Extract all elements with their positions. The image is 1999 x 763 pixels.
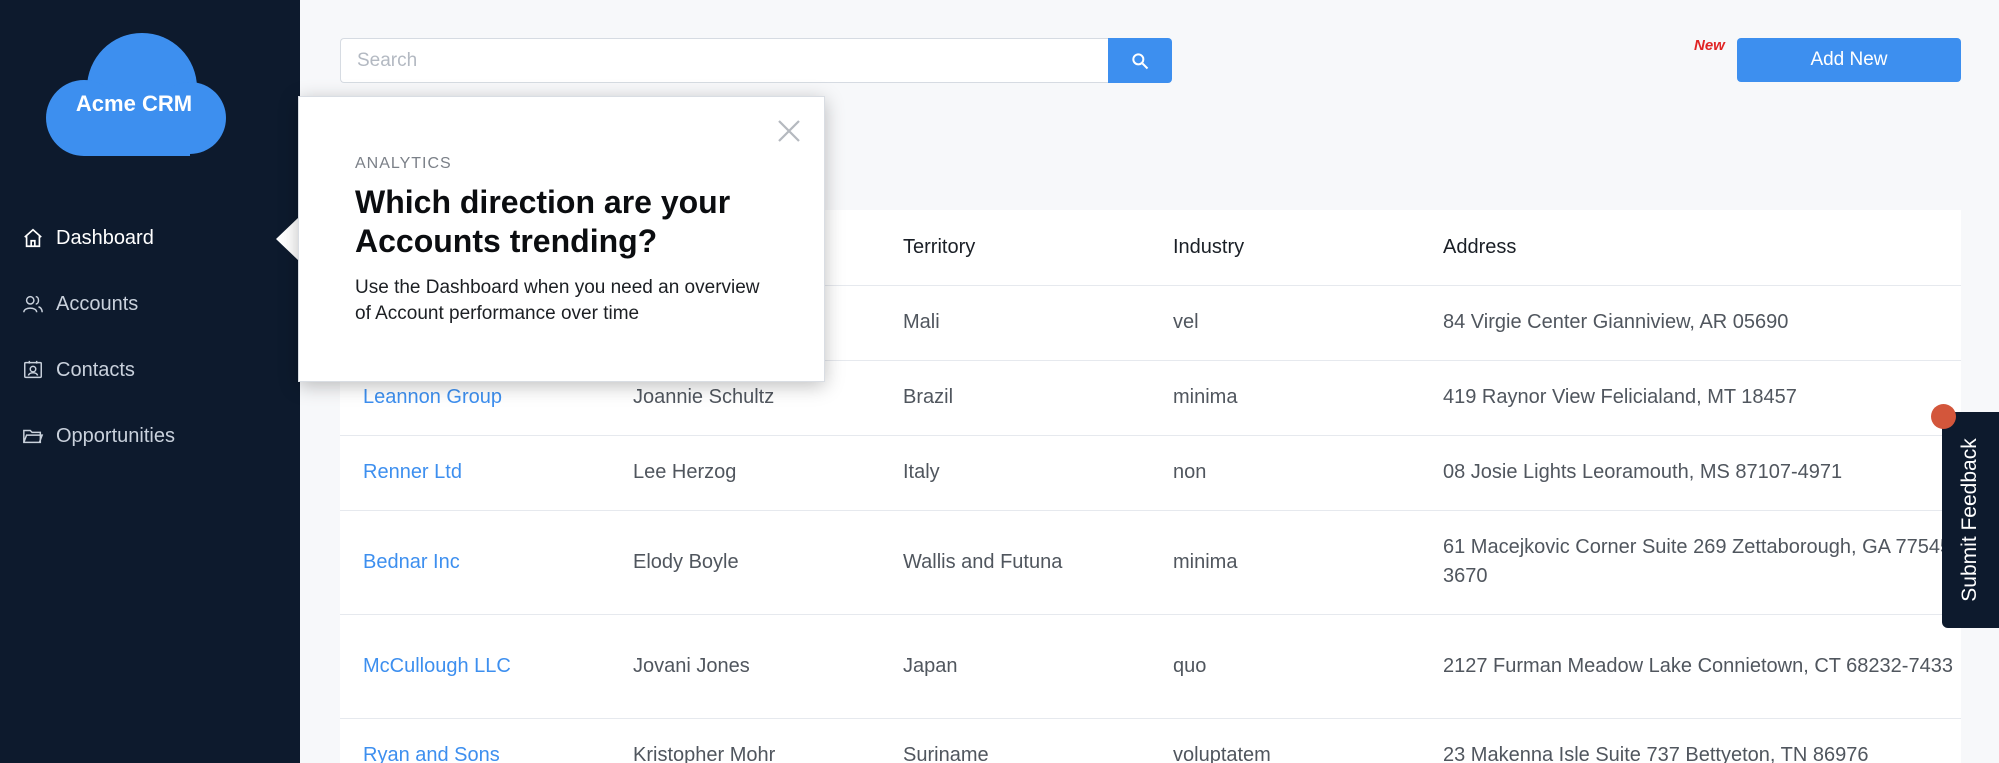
- industry-cell: minima: [1150, 360, 1420, 436]
- search-button[interactable]: [1108, 38, 1172, 83]
- add-new-button[interactable]: Add New: [1737, 38, 1961, 82]
- account-name-link[interactable]: Ryan and Sons: [340, 718, 610, 763]
- industry-cell: vel: [1150, 285, 1420, 361]
- popover-kicker: ANALYTICS: [355, 155, 452, 172]
- app-logo[interactable]: Acme CRM: [42, 33, 242, 157]
- users-icon: [22, 293, 44, 315]
- search-input[interactable]: [340, 38, 1108, 83]
- territory-cell: Suriname: [880, 718, 1150, 763]
- app-name: Acme CRM: [75, 91, 193, 116]
- popover-arrow: [276, 217, 299, 261]
- territory-cell: Japan: [880, 614, 1150, 719]
- home-icon: [22, 227, 44, 249]
- sidebar-item-label: Opportunities: [56, 424, 175, 447]
- contact-cell: Jovani Jones: [610, 614, 880, 719]
- close-icon[interactable]: [775, 117, 803, 145]
- popover-body: Use the Dashboard when you need an overv…: [355, 277, 760, 324]
- search-bar: [340, 38, 1172, 83]
- table-row[interactable]: McCullough LLC Jovani Jones Japan quo 21…: [340, 614, 1961, 719]
- table-row[interactable]: Ryan and Sons Kristopher Mohr Suriname v…: [340, 718, 1961, 763]
- account-name-link[interactable]: Bednar Inc: [340, 510, 610, 615]
- contact-cell: Elody Boyle: [610, 510, 880, 615]
- sidebar-item-opportunities[interactable]: Opportunities: [0, 403, 300, 469]
- sidebar: Acme CRM Dashboard Accounts Contacts Opp…: [0, 0, 300, 763]
- popover-title: Which direction are your Accounts trendi…: [355, 184, 731, 259]
- territory-cell: Wallis and Futuna: [880, 510, 1150, 615]
- industry-cell: minima: [1150, 510, 1420, 615]
- sidebar-item-label: Dashboard: [56, 226, 154, 249]
- address-cell: 2127 Furman Meadow Lake Connietown, CT 6…: [1420, 614, 1961, 719]
- notification-dot: [1931, 404, 1956, 429]
- account-name-link[interactable]: McCullough LLC: [340, 614, 610, 719]
- new-badge: New: [1694, 37, 1725, 54]
- sidebar-item-contacts[interactable]: Contacts: [0, 337, 300, 403]
- contact-cell: Kristopher Mohr: [610, 718, 880, 763]
- search-icon: [1132, 52, 1149, 69]
- account-name-link[interactable]: Renner Ltd: [340, 435, 610, 511]
- contact-card-icon: [22, 359, 44, 381]
- feedback-label: Submit Feedback: [1958, 438, 1981, 602]
- industry-cell: quo: [1150, 614, 1420, 719]
- address-cell: 419 Raynor View Felicialand, MT 18457: [1420, 360, 1961, 436]
- address-cell: 61 Macejkovic Corner Suite 269 Zettaboro…: [1420, 510, 1961, 615]
- column-header-address[interactable]: Address: [1420, 210, 1961, 286]
- address-cell: 23 Makenna Isle Suite 737 Bettyeton, TN …: [1420, 718, 1961, 763]
- address-cell: 84 Virgie Center Gianniview, AR 05690: [1420, 285, 1961, 361]
- territory-cell: Italy: [880, 435, 1150, 511]
- industry-cell: voluptatem: [1150, 718, 1420, 763]
- submit-feedback-tab[interactable]: Submit Feedback: [1942, 412, 1999, 628]
- table-row[interactable]: Renner Ltd Lee Herzog Italy non 08 Josie…: [340, 435, 1961, 511]
- sidebar-item-dashboard[interactable]: Dashboard: [0, 205, 300, 271]
- onboarding-popover: ANALYTICS Which direction are your Accou…: [298, 96, 825, 382]
- sidebar-nav: Dashboard Accounts Contacts Opportunitie…: [0, 205, 300, 469]
- column-header-territory[interactable]: Territory: [880, 210, 1150, 286]
- table-row[interactable]: Bednar Inc Elody Boyle Wallis and Futuna…: [340, 510, 1961, 615]
- column-header-industry[interactable]: Industry: [1150, 210, 1420, 286]
- folder-icon: [22, 425, 44, 447]
- sidebar-item-label: Accounts: [56, 292, 139, 315]
- sidebar-item-accounts[interactable]: Accounts: [0, 271, 300, 337]
- address-cell: 08 Josie Lights Leoramouth, MS 87107-497…: [1420, 435, 1961, 511]
- sidebar-item-label: Contacts: [56, 358, 135, 381]
- contact-cell: Lee Herzog: [610, 435, 880, 511]
- territory-cell: Mali: [880, 285, 1150, 361]
- industry-cell: non: [1150, 435, 1420, 511]
- territory-cell: Brazil: [880, 360, 1150, 436]
